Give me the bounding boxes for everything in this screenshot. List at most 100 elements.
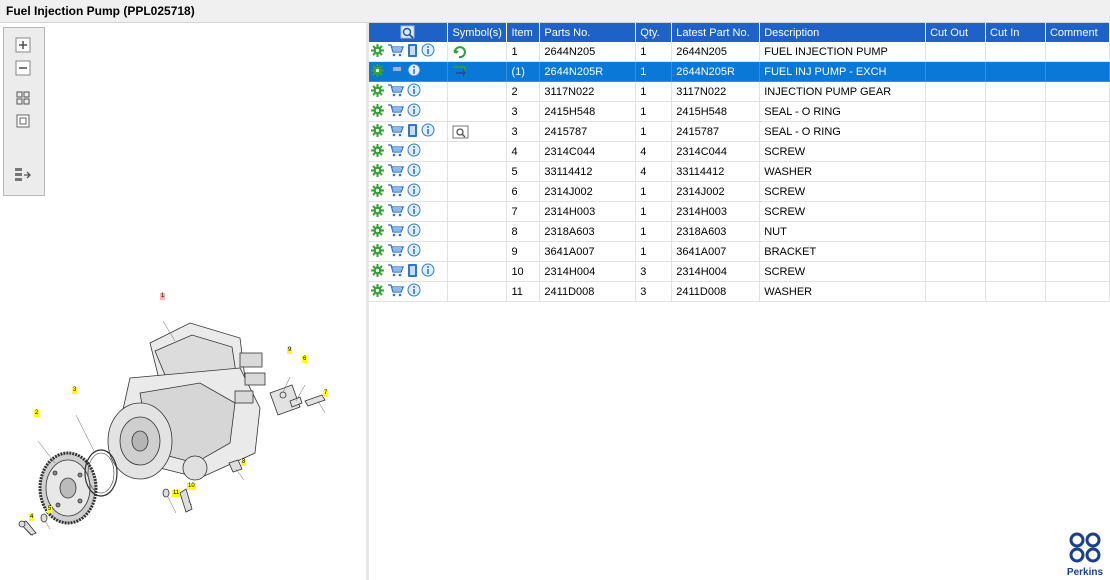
row-qty: 1: [635, 81, 673, 102]
table-row[interactable]: 8 2318A603 1 2318A603 NUT: [369, 221, 1110, 242]
table-row[interactable]: 10 2314H004 3 2314H004 SCREW: [369, 261, 1110, 282]
gear-icon[interactable]: [371, 223, 384, 240]
row-latest-part-no: 3117N022: [671, 81, 761, 102]
table-row[interactable]: (1) 2644N205R 1 2644N205R FUEL INJ PUMP - EX…: [369, 61, 1110, 82]
gear-icon[interactable]: [371, 143, 384, 160]
info-icon[interactable]: [407, 163, 421, 180]
table-row[interactable]: 9 3641A007 1 3641A007 BRACKET: [369, 241, 1110, 262]
column-header-description[interactable]: Description: [759, 23, 927, 42]
shopping-cart-icon[interactable]: [387, 183, 404, 200]
document-icon[interactable]: [407, 43, 418, 61]
row-cut-out: [925, 61, 987, 82]
shopping-cart-icon[interactable]: [387, 243, 404, 260]
info-icon[interactable]: [407, 63, 421, 80]
callout-5[interactable]: 5: [47, 506, 53, 513]
search-parts-icon[interactable]: [400, 25, 416, 40]
table-row[interactable]: 11 2411D008 3 2411D008 WASHER: [369, 281, 1110, 302]
table-row[interactable]: 7 2314H003 1 2314H003 SCREW: [369, 201, 1110, 222]
gear-icon[interactable]: [371, 203, 384, 220]
row-item: 4: [506, 141, 541, 162]
row-cut-out: [925, 161, 987, 182]
callout-10[interactable]: 10: [187, 483, 196, 490]
gear-icon[interactable]: [371, 243, 384, 260]
row-cut-in: [985, 141, 1046, 162]
info-icon[interactable]: [407, 283, 421, 300]
table-row[interactable]: 3 2415787 1 2415787 SEAL - O RING: [369, 121, 1110, 142]
info-icon[interactable]: [407, 203, 421, 220]
table-row[interactable]: 3 2415H548 1 2415H548 SEAL - O RING: [369, 101, 1110, 122]
gear-icon[interactable]: [371, 103, 384, 120]
row-qty: 1: [635, 42, 673, 62]
document-icon[interactable]: [407, 263, 418, 281]
column-header-symbols[interactable]: Symbol(s): [447, 23, 508, 42]
shopping-cart-icon[interactable]: [387, 223, 404, 240]
row-item: 6: [506, 181, 541, 202]
callout-1[interactable]: 1: [160, 293, 166, 300]
callout-7[interactable]: 7: [323, 390, 329, 397]
shopping-cart-icon[interactable]: [387, 143, 404, 160]
view-image-icon[interactable]: [452, 125, 469, 139]
info-icon[interactable]: [421, 43, 435, 60]
callout-2[interactable]: 2: [34, 410, 40, 417]
table-row[interactable]: 5 33114412 4 33114412 WASHER: [369, 161, 1110, 182]
row-cut-in: [985, 241, 1046, 262]
shopping-cart-icon[interactable]: [387, 103, 404, 120]
row-description: FUEL INJECTION PUMP: [759, 42, 927, 62]
table-row[interactable]: 4 2314C044 4 2314C044 SCREW: [369, 141, 1110, 162]
info-icon[interactable]: [421, 263, 435, 280]
table-row[interactable]: 1 2644N205 1 2644N205 FUEL INJECTION PUMP: [369, 42, 1110, 62]
gear-icon[interactable]: [371, 83, 384, 100]
shopping-cart-icon[interactable]: [387, 263, 404, 280]
shopping-cart-icon[interactable]: [387, 203, 404, 220]
gear-icon[interactable]: [371, 163, 384, 180]
shopping-cart-icon[interactable]: [387, 123, 404, 140]
table-row[interactable]: 6 2314J002 1 2314J002 SCREW: [369, 181, 1110, 202]
info-icon[interactable]: [407, 243, 421, 260]
shopping-cart-icon[interactable]: [387, 43, 404, 60]
document-icon[interactable]: [407, 123, 418, 141]
gear-icon[interactable]: [371, 283, 384, 300]
row-symbols-cell: [447, 101, 508, 122]
supersession-icon[interactable]: [452, 44, 468, 59]
callout-4[interactable]: 4: [29, 514, 35, 521]
info-icon[interactable]: [407, 83, 421, 100]
row-qty: 1: [635, 121, 673, 142]
column-header-qty[interactable]: Qty.: [635, 23, 673, 42]
column-header-latest-part-no[interactable]: Latest Part No.: [671, 23, 761, 42]
row-qty: 1: [635, 101, 673, 122]
column-header-cut-in[interactable]: Cut In: [985, 23, 1046, 42]
info-icon[interactable]: [407, 183, 421, 200]
row-cut-in: [985, 81, 1046, 102]
row-description: WASHER: [759, 161, 927, 182]
row-latest-part-no: 2318A603: [671, 221, 761, 242]
diagram-pane[interactable]: 1 2 3 4 5 6 7 8 9 10 11: [0, 23, 367, 580]
info-icon[interactable]: [421, 123, 435, 140]
gear-icon[interactable]: [371, 183, 384, 200]
info-icon[interactable]: [407, 103, 421, 120]
column-header-cut-out[interactable]: Cut Out: [925, 23, 987, 42]
callout-6[interactable]: 6: [302, 356, 308, 363]
gear-icon[interactable]: [371, 43, 384, 60]
row-description: INJECTION PUMP GEAR: [759, 81, 927, 102]
shopping-cart-icon[interactable]: [387, 163, 404, 180]
shopping-cart-icon[interactable]: [387, 63, 404, 80]
info-icon[interactable]: [407, 143, 421, 160]
column-header-search[interactable]: [369, 23, 449, 42]
exchange-icon[interactable]: [452, 64, 472, 79]
gear-icon[interactable]: [371, 263, 384, 280]
gear-icon[interactable]: [371, 123, 384, 140]
shopping-cart-icon[interactable]: [387, 283, 404, 300]
table-row[interactable]: 2 3117N022 1 3117N022 INJECTION PUMP GEAR: [369, 81, 1110, 102]
row-comment: [1045, 42, 1110, 62]
column-header-part-no[interactable]: Parts No.: [539, 23, 637, 42]
column-header-item[interactable]: Item: [506, 23, 541, 42]
callout-3[interactable]: 3: [72, 387, 78, 394]
shopping-cart-icon[interactable]: [387, 83, 404, 100]
callout-8[interactable]: 8: [241, 459, 247, 466]
row-latest-part-no: 2314J002: [671, 181, 761, 202]
gear-icon[interactable]: [371, 63, 384, 80]
callout-11[interactable]: 11: [172, 490, 181, 497]
callout-9[interactable]: 9: [287, 347, 293, 354]
column-header-comment[interactable]: Comment: [1045, 23, 1110, 42]
info-icon[interactable]: [407, 223, 421, 240]
